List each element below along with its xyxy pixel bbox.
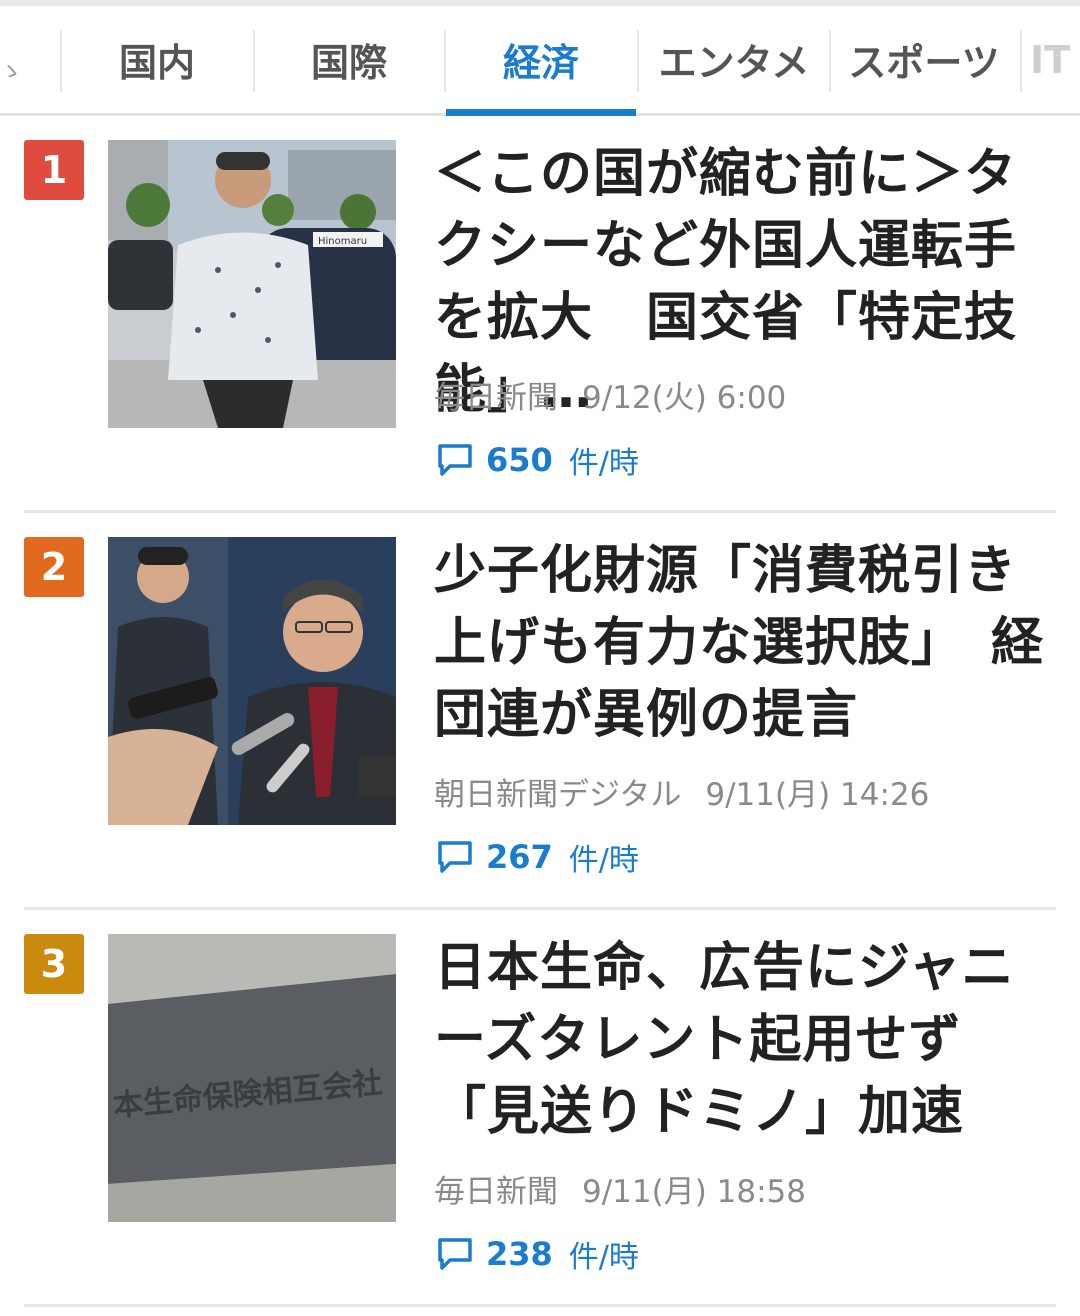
tab-entertainment[interactable]: エンタメ	[639, 6, 829, 113]
rank-badge: 3	[24, 934, 84, 994]
comment-count: 267	[486, 838, 553, 876]
tab-it[interactable]: IT	[1030, 6, 1080, 113]
photo-company-sign-icon: 本生命保険相互会社	[108, 934, 396, 1222]
article-meta: 毎日新聞 9/12(火) 6:00	[434, 372, 786, 417]
article-thumbnail[interactable]: Hinomaru	[108, 140, 396, 428]
ranking-article-2[interactable]: 2 少子化財源「消費税引き上げも有力な選択肢」 経団連が異例の提言 朝日新聞デジ…	[24, 513, 1056, 910]
ranking-article-1[interactable]: 1 Hinomaru ＜この国が縮む前に＞タクシーなど外国人運転手を拡大 国交省…	[24, 116, 1056, 513]
tab-scroll-left-indicator: ゝ	[0, 60, 23, 85]
comment-stat[interactable]: 650 件/時	[436, 440, 639, 481]
article-divider	[24, 1304, 1056, 1307]
article-thumbnail[interactable]	[108, 537, 396, 825]
comment-unit: 件/時	[568, 843, 639, 878]
article-thumbnail[interactable]: 本生命保険相互会社	[108, 934, 396, 1222]
article-meta: 朝日新聞デジタル 9/11(月) 14:26	[434, 769, 929, 814]
tab-label: 国内	[118, 41, 195, 85]
photo-driver-with-taxi-icon: Hinomaru	[108, 140, 396, 428]
tab-separator	[1020, 30, 1022, 92]
ranking-article-3[interactable]: 3 本生命保険相互会社 日本生命、広告にジャニーズタレント起用せず 「見送りドミ…	[24, 910, 1056, 1307]
tab-economy[interactable]: 経済	[446, 6, 636, 116]
article-meta: 毎日新聞 9/11(月) 18:58	[434, 1166, 806, 1211]
comment-count: 238	[486, 1235, 553, 1273]
article-source: 朝日新聞デジタル	[434, 777, 682, 813]
rank-badge: 2	[24, 537, 84, 597]
article-source: 毎日新聞	[434, 1174, 558, 1210]
taxi-sign-text: Hinomaru	[318, 236, 367, 247]
comment-bubble-icon	[438, 1238, 472, 1270]
article-date: 9/11(月) 14:26	[705, 777, 930, 813]
tab-label: 経済	[502, 41, 579, 85]
comment-unit: 件/時	[568, 446, 639, 481]
comment-count: 650	[486, 441, 553, 479]
tab-international[interactable]: 国際	[255, 6, 443, 113]
article-headline[interactable]: 日本生命、広告にジャニーズタレント起用せず 「見送りドミノ」加速	[434, 932, 1052, 1148]
tab-sports[interactable]: スポーツ	[831, 6, 1017, 113]
article-headline[interactable]: 少子化財源「消費税引き上げも有力な選択肢」 経団連が異例の提言	[434, 535, 1052, 751]
tab-label: IT	[1030, 37, 1071, 82]
comment-bubble-icon	[438, 841, 472, 873]
article-date: 9/12(火) 6:00	[582, 380, 787, 416]
tab-label: スポーツ	[848, 41, 1000, 85]
tab-label: 国際	[310, 41, 387, 85]
comment-bubble-icon	[438, 444, 472, 476]
comment-stat[interactable]: 267 件/時	[436, 837, 639, 878]
photo-press-interview-icon	[108, 537, 396, 825]
category-tab-bar: ゝ 国内 国際 経済 エンタメ スポーツ IT	[0, 0, 1080, 116]
article-source: 毎日新聞	[434, 380, 558, 416]
article-date: 9/11(月) 18:58	[582, 1174, 806, 1210]
rank-badge: 1	[24, 140, 84, 200]
comment-unit: 件/時	[568, 1240, 639, 1275]
tab-label: エンタメ	[658, 41, 810, 85]
comment-stat[interactable]: 238 件/時	[436, 1234, 639, 1275]
tab-domestic[interactable]: 国内	[62, 6, 252, 113]
